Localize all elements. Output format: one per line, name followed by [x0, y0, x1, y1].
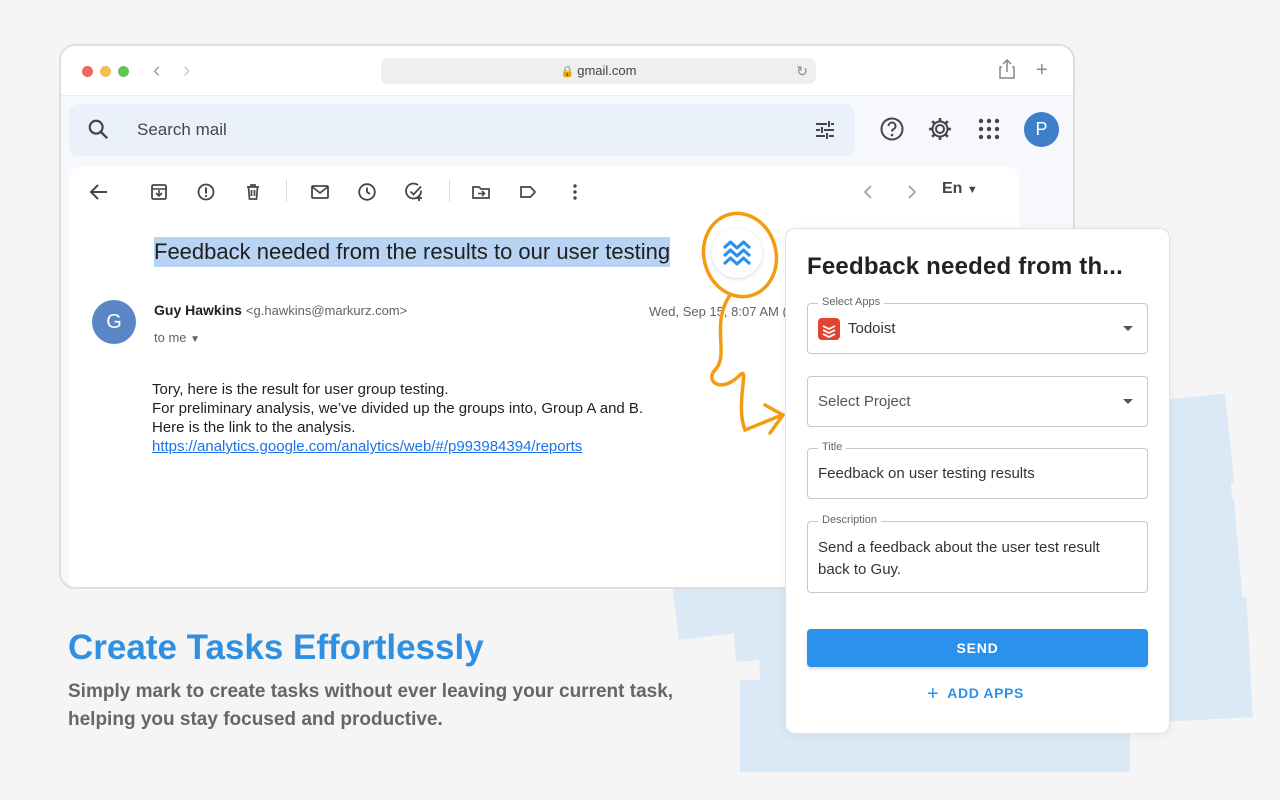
title-input[interactable]: Feedback on user testing results: [818, 465, 1035, 482]
recipient-details[interactable]: to me ▼: [154, 330, 200, 345]
chevron-down-icon: ▼: [190, 334, 201, 345]
url-text: gmail.com: [577, 63, 637, 78]
minimize-window-dot[interactable]: [100, 66, 111, 77]
plus-icon: +: [927, 683, 940, 705]
report-icon[interactable]: [196, 182, 216, 202]
toolbar-separator: [286, 180, 287, 202]
email-body-line: For preliminary analysis, we’ve divided …: [152, 400, 644, 417]
chevron-down-icon: [1123, 326, 1133, 331]
email-body: Tory, here is the result for user group …: [152, 380, 643, 456]
description-field[interactable]: Description Send a feedback about the us…: [807, 514, 1148, 593]
title-field[interactable]: Title Feedback on user testing results: [807, 441, 1148, 499]
new-tab-icon[interactable]: +: [1036, 59, 1048, 81]
recipient-label: to me: [154, 330, 187, 345]
search-input[interactable]: Search mail: [137, 120, 227, 140]
language-label: En: [942, 180, 963, 197]
sender-line: Guy Hawkins <g.hawkins@markurz.com>: [154, 302, 407, 318]
more-icon[interactable]: [565, 182, 585, 202]
sender-avatar[interactable]: G: [92, 300, 136, 344]
archive-icon[interactable]: [149, 182, 169, 202]
zoom-window-dot[interactable]: [118, 66, 129, 77]
sender-email: <g.hawkins@markurz.com>: [245, 303, 408, 318]
lock-icon: 🔒: [560, 66, 575, 78]
account-avatar[interactable]: P: [1024, 112, 1059, 147]
title-label: Title: [818, 441, 847, 453]
select-apps-label: Select Apps: [818, 296, 885, 308]
headline: Create Tasks Effortlessly: [68, 628, 484, 667]
newer-chevron-icon[interactable]: [859, 182, 879, 202]
close-window-dot[interactable]: [82, 66, 93, 77]
analytics-link[interactable]: https://analytics.google.com/analytics/w…: [152, 437, 643, 456]
trash-icon[interactable]: [243, 182, 263, 202]
send-button[interactable]: SEND: [807, 629, 1148, 667]
description-label: Description: [818, 514, 882, 526]
browser-back-icon[interactable]: ‹: [153, 58, 160, 82]
email-body-line: Here is the link to the analysis.: [152, 419, 356, 436]
select-project-placeholder: Select Project: [818, 393, 911, 410]
todoist-icon: [818, 318, 840, 340]
tagline: Simply mark to create tasks without ever…: [68, 681, 674, 730]
select-apps-dropdown[interactable]: Select Apps Todoist: [807, 296, 1148, 354]
chevron-down-icon: ▼: [966, 184, 978, 196]
toolbar-separator: [449, 180, 450, 202]
browser-forward-icon[interactable]: ›: [183, 58, 190, 82]
select-project-dropdown[interactable]: Select Project: [807, 376, 1148, 427]
clock-icon[interactable]: [357, 182, 377, 202]
add-apps-label: ADD APPS: [947, 685, 1024, 701]
reload-icon[interactable]: ↻: [796, 58, 808, 84]
help-icon[interactable]: [879, 116, 905, 142]
browser-titlebar: ‹ › 🔒 gmail.com ↻ +: [61, 46, 1073, 96]
input-tools-button[interactable]: En ▼: [942, 180, 978, 198]
chevron-down-icon: [1123, 399, 1133, 404]
add-apps-button[interactable]: + ADD APPS: [927, 683, 1024, 706]
older-chevron-icon[interactable]: [901, 182, 921, 202]
email-subject[interactable]: Feedback needed from the results to our …: [154, 237, 671, 267]
mail-icon[interactable]: [310, 182, 330, 202]
share-icon[interactable]: [999, 58, 1015, 84]
url-bar[interactable]: 🔒 gmail.com ↻: [381, 58, 816, 84]
description-input[interactable]: Send a feedback about the user test resu…: [818, 537, 1133, 581]
email-body-line: Tory, here is the result for user group …: [152, 381, 449, 398]
add-task-icon[interactable]: [404, 182, 424, 202]
create-task-panel: Feedback needed from th... Select Apps T…: [785, 228, 1170, 734]
select-apps-value: Todoist: [848, 320, 896, 337]
panel-title: Feedback needed from th...: [807, 253, 1123, 280]
search-icon[interactable]: [87, 118, 109, 140]
gear-icon[interactable]: [927, 116, 953, 142]
markurz-bubble[interactable]: [712, 228, 762, 278]
markurz-logo-icon: [722, 240, 752, 266]
sender-name[interactable]: Guy Hawkins: [154, 302, 242, 318]
apps-grid-icon[interactable]: [976, 116, 1002, 142]
label-icon[interactable]: [518, 182, 538, 202]
tune-icon[interactable]: [813, 118, 837, 142]
move-to-icon[interactable]: [471, 182, 491, 202]
back-arrow-icon[interactable]: [89, 182, 109, 202]
search-bar[interactable]: Search mail: [69, 104, 855, 156]
